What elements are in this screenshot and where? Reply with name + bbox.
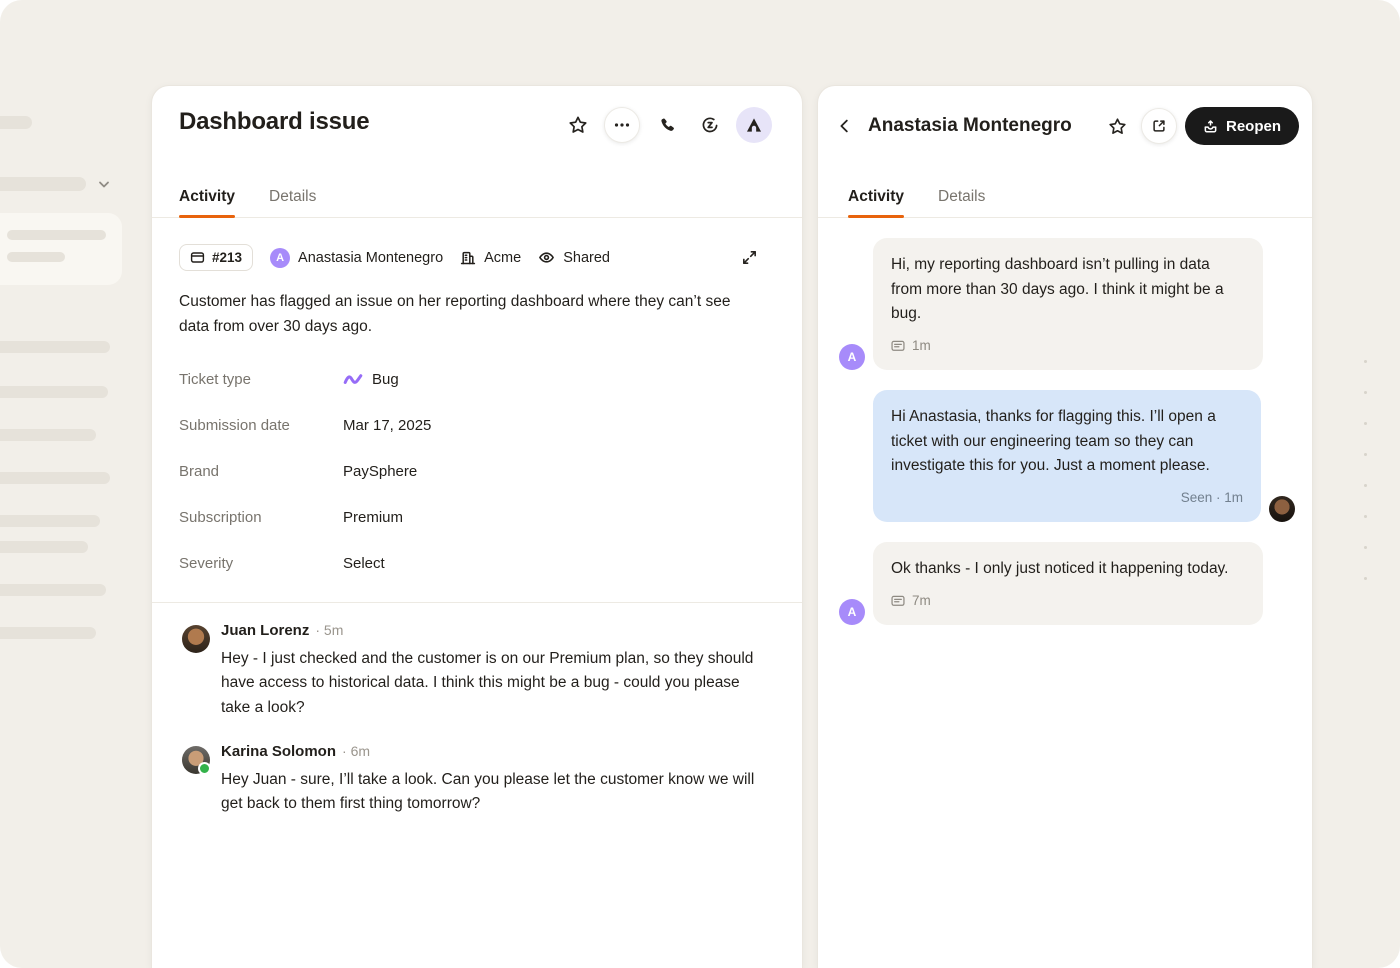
message-meta: 7m — [891, 589, 1245, 614]
message-bubble: Hi Anastasia, thanks for flagging this. … — [873, 390, 1261, 522]
eye-icon — [538, 249, 555, 266]
field-label: Ticket type — [179, 371, 343, 388]
divider — [152, 602, 802, 603]
avatar — [182, 625, 210, 653]
skeleton-bar — [0, 627, 96, 639]
reopen-button[interactable]: Reopen — [1185, 107, 1299, 145]
field-row-ticket-type: Ticket type Bug — [179, 356, 775, 402]
comment-item: Karina Solomon · 6m Hey Juan - sure, I’ll… — [182, 743, 772, 817]
field-row-submission-date: Submission date Mar 17, 2025 — [179, 402, 775, 448]
message-channel-icon — [891, 340, 905, 352]
phone-icon[interactable] — [648, 107, 684, 143]
message-channel-icon — [891, 595, 905, 607]
skeleton-bar — [0, 386, 108, 398]
avatar: A — [270, 248, 290, 268]
skeleton-bar — [0, 472, 110, 484]
ticket-panel: Dashboard issue Activity Details — [151, 85, 803, 968]
skeleton-bar — [7, 230, 106, 240]
message-text: Hi, my reporting dashboard isn’t pulling… — [891, 253, 1245, 327]
sidebar-selected-item — [0, 213, 122, 285]
skeleton-bar — [0, 515, 100, 527]
tab-details[interactable]: Details — [269, 176, 316, 217]
chevron-left-icon[interactable] — [836, 108, 864, 144]
message-text: Ok thanks - I only just noticed it happe… — [891, 557, 1245, 582]
scroll-dots — [1364, 360, 1367, 580]
message-list: A Hi, my reporting dashboard isn’t pulli… — [818, 238, 1312, 645]
field-row-severity: Severity Select — [179, 540, 775, 586]
skeleton-bar — [0, 584, 106, 596]
conversation-panel: Anastasia Montenegro Reopen Activity Det… — [817, 85, 1313, 968]
building-icon — [460, 250, 476, 266]
avatar: A — [839, 344, 865, 370]
comment-body: Hey - I just checked and the customer is… — [221, 647, 766, 720]
more-icon[interactable] — [604, 107, 640, 143]
fin-logo-icon[interactable] — [736, 107, 772, 143]
comment-time: · 5m — [315, 622, 343, 638]
field-row-brand: Brand PaySphere — [179, 448, 775, 494]
field-value-submission-date[interactable]: Mar 17, 2025 — [343, 417, 431, 434]
comments-section: Juan Lorenz · 5m Hey - I just checked and… — [182, 622, 772, 839]
message-agent: Hi Anastasia, thanks for flagging this. … — [873, 390, 1295, 522]
field-label: Submission date — [179, 417, 343, 434]
message-meta: 1m — [891, 334, 1245, 359]
skeleton-bar — [0, 177, 86, 191]
sidebar-skeleton — [0, 0, 150, 968]
conversation-header: Anastasia Montenegro Reopen — [836, 106, 1299, 146]
message-bubble: Ok thanks - I only just noticed it happe… — [873, 542, 1263, 625]
skeleton-bar — [0, 429, 96, 441]
field-row-subscription: Subscription Premium — [179, 494, 775, 540]
conversation-title: Anastasia Montenegro — [868, 115, 1072, 137]
ticket-icon — [190, 250, 205, 265]
skeleton-bar — [0, 341, 110, 353]
star-icon[interactable] — [560, 107, 596, 143]
avatar — [182, 746, 210, 774]
bug-icon — [343, 372, 363, 386]
tab-activity[interactable]: Activity — [179, 176, 235, 217]
visibility-chip[interactable]: Shared — [538, 249, 610, 266]
field-value-brand[interactable]: PaySphere — [343, 463, 417, 480]
field-label: Brand — [179, 463, 343, 480]
message-bubble: Hi, my reporting dashboard isn’t pulling… — [873, 238, 1263, 370]
conversation-tabs: Activity Details — [818, 176, 1312, 218]
message-customer: A Hi, my reporting dashboard isn’t pulli… — [839, 238, 1295, 370]
field-value-ticket-type[interactable]: Bug — [343, 371, 399, 388]
reopen-inbox-icon — [1203, 119, 1218, 134]
skeleton-bar — [0, 116, 32, 129]
comment-item: Juan Lorenz · 5m Hey - I just checked and… — [182, 622, 772, 720]
field-label: Severity — [179, 555, 343, 572]
comment-author: Juan Lorenz — [221, 622, 309, 639]
field-label: Subscription — [179, 509, 343, 526]
skeleton-bar — [0, 541, 88, 553]
chevron-down-icon[interactable] — [96, 176, 112, 192]
tab-details[interactable]: Details — [938, 176, 985, 217]
avatar — [1269, 496, 1295, 522]
snooze-icon[interactable] — [692, 107, 728, 143]
ticket-attributes-row: #213 A Anastasia Montenegro Acme Shared — [179, 244, 762, 271]
ticket-actions — [560, 107, 772, 143]
app-background: Dashboard issue Activity Details — [0, 0, 1400, 968]
ticket-tabs: Activity Details — [152, 176, 802, 218]
star-icon[interactable] — [1101, 108, 1135, 144]
expand-icon[interactable] — [736, 245, 762, 271]
avatar: A — [839, 599, 865, 625]
skeleton-bar — [7, 252, 65, 262]
tab-activity[interactable]: Activity — [848, 176, 904, 217]
message-customer: A Ok thanks - I only just noticed it hap… — [839, 542, 1295, 625]
ticket-fields: Ticket type Bug Submission date Mar 17, … — [179, 356, 775, 586]
company-chip[interactable]: Acme — [460, 250, 521, 266]
message-text: Hi Anastasia, thanks for flagging this. … — [891, 405, 1243, 479]
comment-author: Karina Solomon — [221, 743, 336, 760]
open-external-icon[interactable] — [1141, 108, 1177, 144]
message-meta: Seen · 1m — [891, 486, 1243, 511]
ticket-id-chip[interactable]: #213 — [179, 244, 253, 271]
field-value-subscription[interactable]: Premium — [343, 509, 403, 526]
comment-body: Hey Juan - sure, I’ll take a look. Can y… — [221, 768, 766, 817]
assignee-chip[interactable]: A Anastasia Montenegro — [270, 248, 443, 268]
ticket-description: Customer has flagged an issue on her rep… — [179, 290, 757, 339]
field-value-severity-select[interactable]: Select — [343, 555, 385, 572]
comment-time: · 6m — [342, 743, 370, 759]
ticket-title: Dashboard issue — [179, 108, 369, 136]
